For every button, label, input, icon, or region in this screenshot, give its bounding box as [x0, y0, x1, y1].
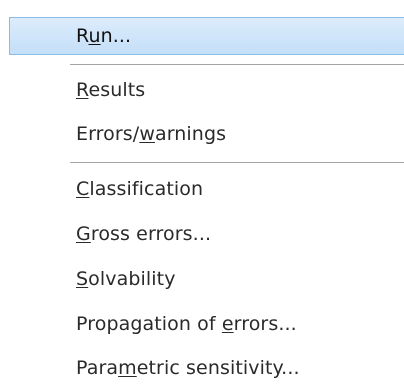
mnemonic-s: S — [76, 268, 89, 290]
menu-separator — [70, 64, 404, 65]
menu-item-run-label: Run... — [76, 25, 132, 47]
menu-item-errors-warnings-label: Errors/warnings — [76, 123, 227, 145]
menu-item-gross-errors[interactable]: Gross errors... — [0, 216, 404, 252]
menu-item-classification-label: Classification — [76, 178, 204, 200]
menu-item-parametric-sensitivity[interactable]: Parametric sensitivity... — [0, 350, 404, 386]
mnemonic-u: u — [88, 25, 101, 47]
mnemonic-e: e — [221, 313, 234, 335]
menu-separator — [70, 162, 404, 163]
menu-item-propagation-of-errors[interactable]: Propagation of errors... — [0, 306, 404, 342]
menu-item-run[interactable]: Run... — [9, 17, 404, 55]
context-menu: Run... Results Errors/warnings Classific… — [0, 0, 404, 388]
menu-item-parametric-sensitivity-label: Parametric sensitivity... — [76, 357, 300, 379]
menu-item-classification[interactable]: Classification — [0, 171, 404, 207]
menu-item-results[interactable]: Results — [0, 72, 404, 108]
mnemonic-w: w — [139, 123, 155, 145]
mnemonic-c: C — [76, 178, 90, 200]
mnemonic-g: G — [76, 223, 91, 245]
menu-item-solvability-label: Solvability — [76, 268, 176, 290]
menu-item-solvability[interactable]: Solvability — [0, 261, 404, 297]
menu-item-results-label: Results — [76, 79, 146, 101]
menu-item-propagation-of-errors-label: Propagation of errors... — [76, 313, 297, 335]
menu-item-errors-warnings[interactable]: Errors/warnings — [0, 116, 404, 152]
menu-item-gross-errors-label: Gross errors... — [76, 223, 212, 245]
mnemonic-m: m — [118, 357, 137, 379]
mnemonic-r: R — [76, 79, 89, 101]
